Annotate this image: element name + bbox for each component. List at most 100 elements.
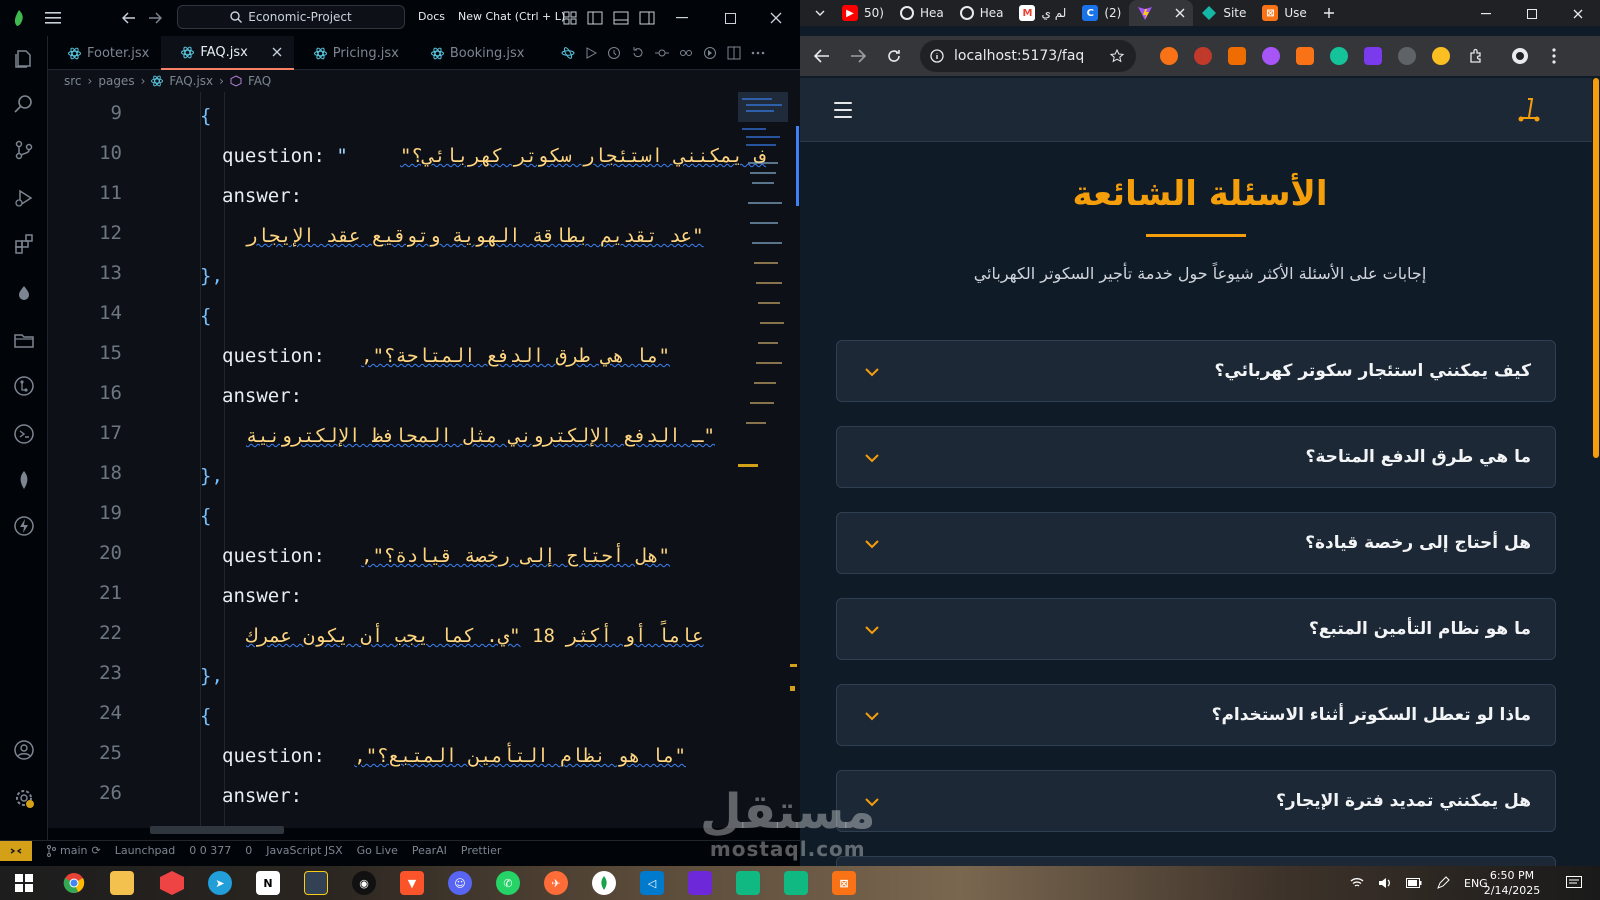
chrome-menu-icon[interactable] [1544,46,1564,66]
forward-arrow-icon[interactable] [848,46,868,66]
telegram-icon[interactable]: ➤ [208,871,232,895]
extension-icon[interactable] [1296,47,1314,65]
remote-icon[interactable] [0,840,32,861]
app-taskbar-icon[interactable]: ⊠ [832,871,856,895]
compare-icon[interactable] [679,46,693,60]
new-tab-button[interactable] [1315,0,1343,26]
run-icon[interactable] [585,46,597,59]
pearai-status[interactable]: PearAI [412,844,447,857]
extension-icon[interactable] [1398,47,1416,65]
launchpad-status[interactable]: Launchpad [115,844,176,857]
remote-explorer-icon[interactable] [10,420,38,448]
chrome-taskbar-icon[interactable] [62,871,86,895]
extension-ublock-icon[interactable] [1194,47,1212,65]
breadcrumb-pages[interactable]: pages [98,74,134,88]
explorer-icon[interactable] [10,44,38,72]
maximize-icon[interactable] [720,8,740,28]
app-taskbar-icon[interactable] [304,871,328,895]
forward-arrow-icon[interactable] [142,5,168,31]
leaf-icon[interactable] [10,466,38,494]
wifi-icon[interactable] [1350,877,1364,889]
more-icon[interactable] [751,51,765,55]
extension-icon[interactable] [1228,47,1246,65]
browser-tab[interactable]: ⊠ Use [1254,0,1314,26]
file-explorer-icon[interactable] [110,871,134,895]
brave-icon[interactable]: ▼ [400,871,424,895]
chevron-down-icon[interactable] [863,707,881,725]
chevron-down-icon[interactable] [863,535,881,553]
ports-status[interactable]: 0 [245,844,252,857]
drop-icon[interactable] [10,278,38,306]
extension-fire-icon[interactable] [1160,47,1178,65]
hamburger-menu-icon[interactable] [834,102,852,118]
new-chat-button[interactable]: New Chat (Ctrl + L) [458,10,565,23]
postman-icon[interactable]: ✈ [544,871,568,895]
discord-icon[interactable]: ☺ [448,871,472,895]
chevron-down-icon[interactable] [863,621,881,639]
tab-booking[interactable]: Booking.jsx [411,36,537,70]
command-center-search[interactable]: Economic-Project [177,5,405,29]
scooter-logo-icon[interactable] [1516,96,1544,124]
browser-tab[interactable]: C (2) [1074,0,1129,26]
close-icon[interactable] [766,8,786,28]
timeline-icon[interactable] [703,46,717,60]
page-scrollbar[interactable] [1592,78,1600,866]
profile-avatar[interactable] [1510,46,1530,66]
browser-tab-active[interactable] [1129,0,1194,26]
git-graph-icon[interactable] [10,372,38,400]
github-icon[interactable]: ◉ [352,871,376,895]
layout-grid-icon[interactable] [557,5,583,31]
faq-item[interactable]: هل أحتاج إلى رخصة قيادة؟ [836,512,1556,574]
app-taskbar-icon[interactable] [736,871,760,895]
horizontal-scrollbar[interactable] [150,826,284,834]
address-bar[interactable]: localhost:5173/faq [920,40,1136,72]
revert-icon[interactable] [631,46,645,60]
whatsapp-icon[interactable]: ✆ [496,871,520,895]
git-commit-icon[interactable] [654,46,669,60]
extension-grammarly-icon[interactable] [1330,47,1348,65]
scrollbar-thumb[interactable] [1593,78,1599,458]
menu-icon[interactable] [40,5,66,31]
browser-tab[interactable]: Hea [892,0,952,26]
bookmark-star-icon[interactable] [1110,49,1124,63]
lightning-icon[interactable] [10,512,38,540]
reload-icon[interactable] [884,46,904,66]
app-taskbar-icon[interactable] [688,871,712,895]
split-editor-icon[interactable] [727,46,741,60]
taskbar-clock[interactable]: 6:50 PM 2/14/2025 [1472,868,1552,898]
run-debug-icon[interactable] [10,184,38,212]
chevron-down-icon[interactable] [863,449,881,467]
toggle-sidebar-icon[interactable] [582,5,608,31]
notifications-icon[interactable] [1562,871,1586,895]
notion-icon[interactable]: N [256,871,280,895]
react-icon[interactable] [561,46,575,60]
pen-icon[interactable] [1436,876,1450,890]
problems-status[interactable]: 0 0 377 [189,844,231,857]
account-icon[interactable] [10,736,38,764]
back-arrow-icon[interactable] [812,46,832,66]
extension-icon[interactable] [1262,47,1280,65]
browser-tab[interactable]: M لم ي [1011,0,1074,26]
source-control-icon[interactable] [10,136,38,164]
browser-tab[interactable]: ▶ 50) [834,0,892,26]
search-icon[interactable] [10,90,38,118]
close-icon[interactable] [1568,4,1588,24]
app-taskbar-icon[interactable] [784,871,808,895]
volume-icon[interactable] [1378,877,1392,889]
app-taskbar-icon[interactable] [592,871,616,895]
faq-item[interactable]: ماذا لو تعطل السكوتر أثناء الاستخدام؟ [836,684,1556,746]
extension-icon[interactable] [1432,47,1450,65]
settings-gear-icon[interactable] [10,784,38,812]
faq-item[interactable]: كيف يمكنني استئجار سكوتر كهربائي؟ [836,340,1556,402]
site-info-icon[interactable] [930,49,944,63]
tab-faq[interactable]: FAQ.jsx [161,36,294,70]
tab-footer[interactable]: Footer.jsx [48,36,161,70]
faq-item[interactable] [836,856,1556,866]
breadcrumb-src[interactable]: src [64,74,82,88]
chevron-down-icon[interactable] [814,7,826,19]
code-editor[interactable]: 9 10 11 12 13 14 15 16 17 18 19 20 21 22… [48,92,800,828]
extension-icon[interactable] [1364,47,1382,65]
history-icon[interactable] [607,46,621,60]
browser-tab[interactable]: Hea [952,0,1012,26]
faq-item[interactable]: ما هي طرق الدفع المتاحة؟ [836,426,1556,488]
